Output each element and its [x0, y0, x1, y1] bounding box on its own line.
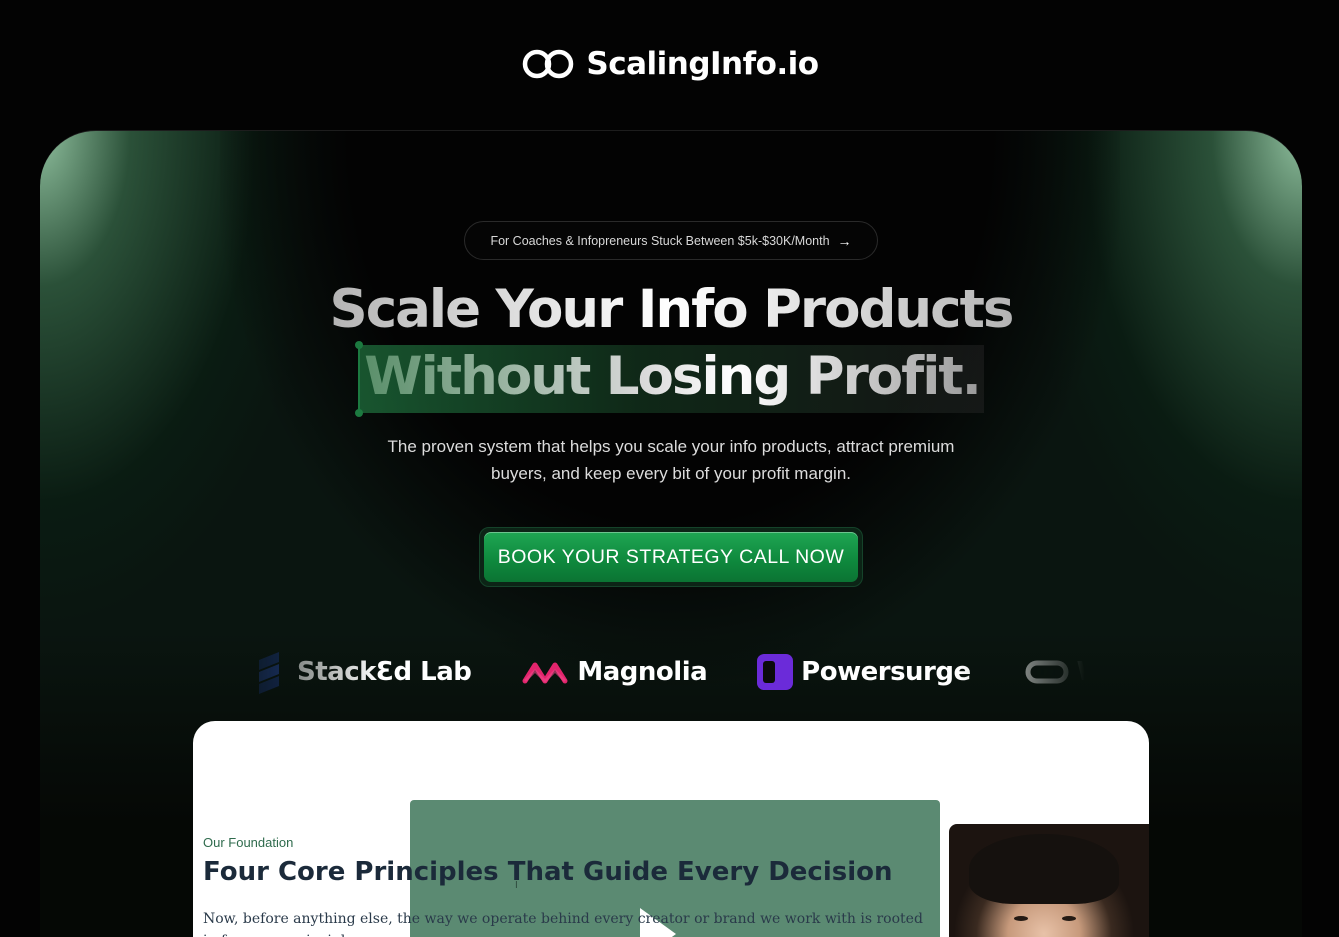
section-body: Now, before anything else, the way we op… — [203, 911, 923, 937]
logo-text: ScalingInfo.io — [586, 46, 819, 82]
section-eyebrow: Our Foundation — [203, 835, 294, 850]
brand-logo-powersurge: Powersurge — [757, 654, 971, 690]
client-logo-strip: StackƐd Lab Magnolia Powersurge Warpspee… — [255, 647, 1085, 697]
headline-highlight-text: Without Losing Profit. — [364, 346, 982, 407]
brand-name: Warpspeed — [1077, 657, 1085, 687]
headline-highlight: Without Losing Profit. — [355, 341, 984, 417]
foundation-card: I Our Foundation Four Core Principles Th… — [193, 721, 1149, 937]
portrait-hair — [969, 834, 1119, 904]
infinity-loop-icon — [523, 49, 574, 79]
audience-badge[interactable]: For Coaches & Infopreneurs Stuck Between… — [464, 221, 878, 260]
badge-text: For Coaches & Infopreneurs Stuck Between… — [490, 233, 830, 248]
arrow-right-icon: → — [837, 232, 852, 249]
brand-logo-warpspeed: Warpspeed — [1021, 657, 1085, 687]
hero-subheadline: The proven system that helps you scale y… — [387, 437, 955, 483]
cta-frame: BOOK YOUR STRATEGY CALL NOW — [479, 527, 863, 587]
warpspeed-icon — [1025, 660, 1069, 684]
headline-line-2: Without Losing Profit. — [40, 341, 1302, 417]
powersurge-icon — [757, 654, 794, 690]
headline-line-1: Scale Your Info Products — [40, 278, 1302, 342]
section-title: Four Core Principles That Guide Every De… — [203, 857, 893, 887]
brand-logo-magnolia: Magnolia — [521, 657, 708, 687]
stacked-lab-icon — [259, 652, 279, 694]
highlight-handle-top-icon — [355, 341, 364, 349]
portrait-eyes — [1004, 916, 1094, 926]
brand-name: Powersurge — [801, 657, 971, 687]
book-strategy-call-button[interactable]: BOOK YOUR STRATEGY CALL NOW — [484, 532, 858, 582]
founder-portrait-image — [949, 824, 1149, 937]
magnolia-icon — [522, 662, 568, 684]
brand-name: StackƐd Lab — [297, 657, 472, 687]
brand-name: Magnolia — [577, 657, 708, 687]
brand-logo-stacked-lab: StackƐd Lab — [255, 650, 472, 694]
site-logo[interactable]: ScalingInfo.io — [0, 44, 1339, 84]
